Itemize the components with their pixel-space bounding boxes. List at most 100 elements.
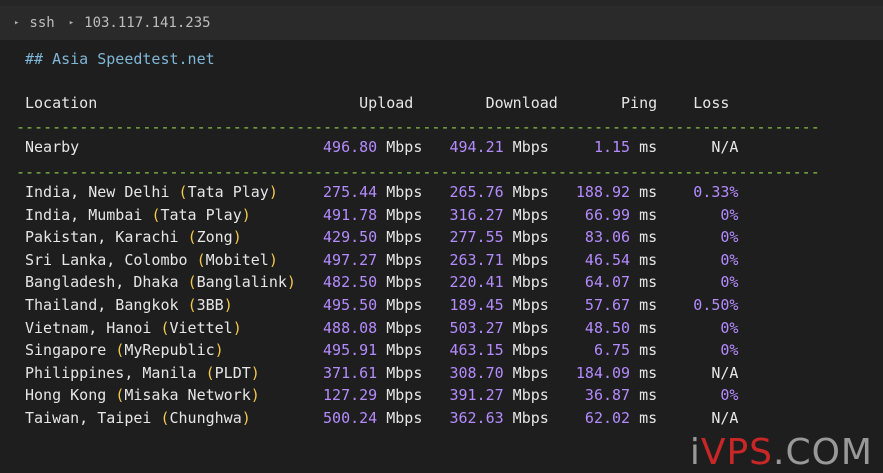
unit-label: Mbps <box>377 228 423 247</box>
paren-open: ( <box>187 228 197 247</box>
download-value: 362.63 <box>422 409 504 427</box>
upload-value: 429.50 <box>323 228 378 247</box>
paren-open: ( <box>196 250 206 269</box>
unit-label: Mbps <box>377 250 423 269</box>
paren-close: ) <box>214 341 224 360</box>
paren-close: ) <box>241 205 251 224</box>
provider-label: Zong <box>196 228 233 247</box>
unit-label: Mbps <box>377 183 423 201</box>
table-row: Pakistan, Karachi (Zong) 429.50 Mbps 277… <box>25 226 738 248</box>
table-row: Bangladesh, Dhaka (Banglalink) 482.50 Mb… <box>25 271 738 293</box>
nearby-row: Nearby 496.80 Mbps 494.21 Mbps 1.15 ms N… <box>25 136 738 158</box>
upload-value: 500.24 <box>323 409 378 427</box>
upload-value: 491.78 <box>323 205 378 224</box>
unit-label: ms <box>630 183 658 201</box>
titlebar-host[interactable]: 103.117.141.235 <box>84 15 210 31</box>
terminal-output[interactable]: ## Asia Speedtest.net Location Upload Do… <box>0 40 883 473</box>
play-icon: ▸ <box>14 18 20 28</box>
upload-value: 488.08 <box>323 318 378 337</box>
location-label: Nearby <box>25 138 80 156</box>
ping-value: 57.67 <box>548 296 631 314</box>
unit-label: Mbps <box>377 205 423 224</box>
loss-value: 0% <box>657 205 739 224</box>
section-heading: ## Asia Speedtest.net <box>25 50 215 68</box>
unit-label: Mbps <box>377 363 423 382</box>
loss-value: N/A <box>657 409 739 427</box>
unit-label: ms <box>630 363 658 382</box>
loss-value: 0% <box>657 228 739 247</box>
unit-label: ms <box>630 138 658 156</box>
loss-value: 0.33% <box>657 183 739 201</box>
location-label: India, Mumbai <box>25 205 143 224</box>
paren-close: ) <box>286 273 296 292</box>
table-row: Hong Kong (Misaka Network) 127.29 Mbps 3… <box>25 384 738 406</box>
unit-label: Mbps <box>503 318 549 337</box>
provider-label: Viettel <box>169 318 233 337</box>
download-value: 494.21 <box>422 138 504 156</box>
paren-open: ( <box>178 183 188 201</box>
upload-value: 482.50 <box>323 273 378 292</box>
ping-value: 36.87 <box>548 386 631 405</box>
watermark-logo: iVPS.COM <box>689 432 873 473</box>
location-label: Philippines, Manila <box>25 363 197 382</box>
table-row: India, New Delhi (Tata Play) 275.44 Mbps… <box>25 181 738 203</box>
upload-value: 497.27 <box>323 250 378 269</box>
ping-value: 64.07 <box>548 273 631 292</box>
upload-value: 371.61 <box>323 363 378 382</box>
unit-label: Mbps <box>503 386 549 405</box>
unit-label: Mbps <box>377 296 423 314</box>
ping-value: 66.99 <box>548 205 631 224</box>
location-label: Sri Lanka, Colombo <box>25 250 188 269</box>
paren-close: ) <box>232 228 242 247</box>
unit-label: Mbps <box>377 409 423 427</box>
provider-label: Tata Play <box>160 205 242 224</box>
paren-open: ( <box>115 386 125 405</box>
location-label: Thailand, Bangkok <box>25 296 179 314</box>
table-row: India, Mumbai (Tata Play) 491.78 Mbps 31… <box>25 204 738 226</box>
download-value: 503.27 <box>422 318 504 337</box>
paren-close: ) <box>223 296 233 314</box>
ping-value: 46.54 <box>548 250 631 269</box>
paren-close: ) <box>250 363 260 382</box>
unit-label: Mbps <box>503 363 549 382</box>
ping-value: 62.02 <box>548 409 631 427</box>
unit-label: Mbps <box>503 205 549 224</box>
paren-close: ) <box>268 183 278 201</box>
ping-value: 184.09 <box>548 363 631 382</box>
download-value: 263.71 <box>422 250 504 269</box>
provider-label: Chunghwa <box>169 409 242 427</box>
paren-close: ) <box>268 250 278 269</box>
loss-value: N/A <box>657 363 739 382</box>
upload-value: 495.50 <box>323 296 378 314</box>
provider-label: Tata Play <box>187 183 269 201</box>
table-row: Taiwan, Taipei (Chunghwa) 500.24 Mbps 36… <box>25 407 738 429</box>
upload-value: 275.44 <box>323 183 378 201</box>
unit-label: Mbps <box>377 138 423 156</box>
table-row: Thailand, Bangkok (3BB) 495.50 Mbps 189.… <box>25 294 738 316</box>
loss-value: 0% <box>657 318 739 337</box>
paren-open: ( <box>187 296 197 314</box>
location-label: Pakistan, Karachi <box>25 228 179 247</box>
titlebar: ▸ ssh ▸ 103.117.141.235 <box>0 0 883 40</box>
location-label: India, New Delhi <box>25 183 170 201</box>
loss-value: 0.50% <box>657 296 739 314</box>
provider-label: 3BB <box>196 296 224 314</box>
paren-open: ( <box>160 409 170 427</box>
titlebar-ssh[interactable]: ssh <box>29 15 54 31</box>
upload-value: 495.91 <box>323 341 378 360</box>
paren-open: ( <box>160 318 170 337</box>
upload-value: 496.80 <box>323 138 378 156</box>
table-row: Vietnam, Hanoi (Viettel) 488.08 Mbps 503… <box>25 317 738 339</box>
unit-label: Mbps <box>503 296 549 314</box>
